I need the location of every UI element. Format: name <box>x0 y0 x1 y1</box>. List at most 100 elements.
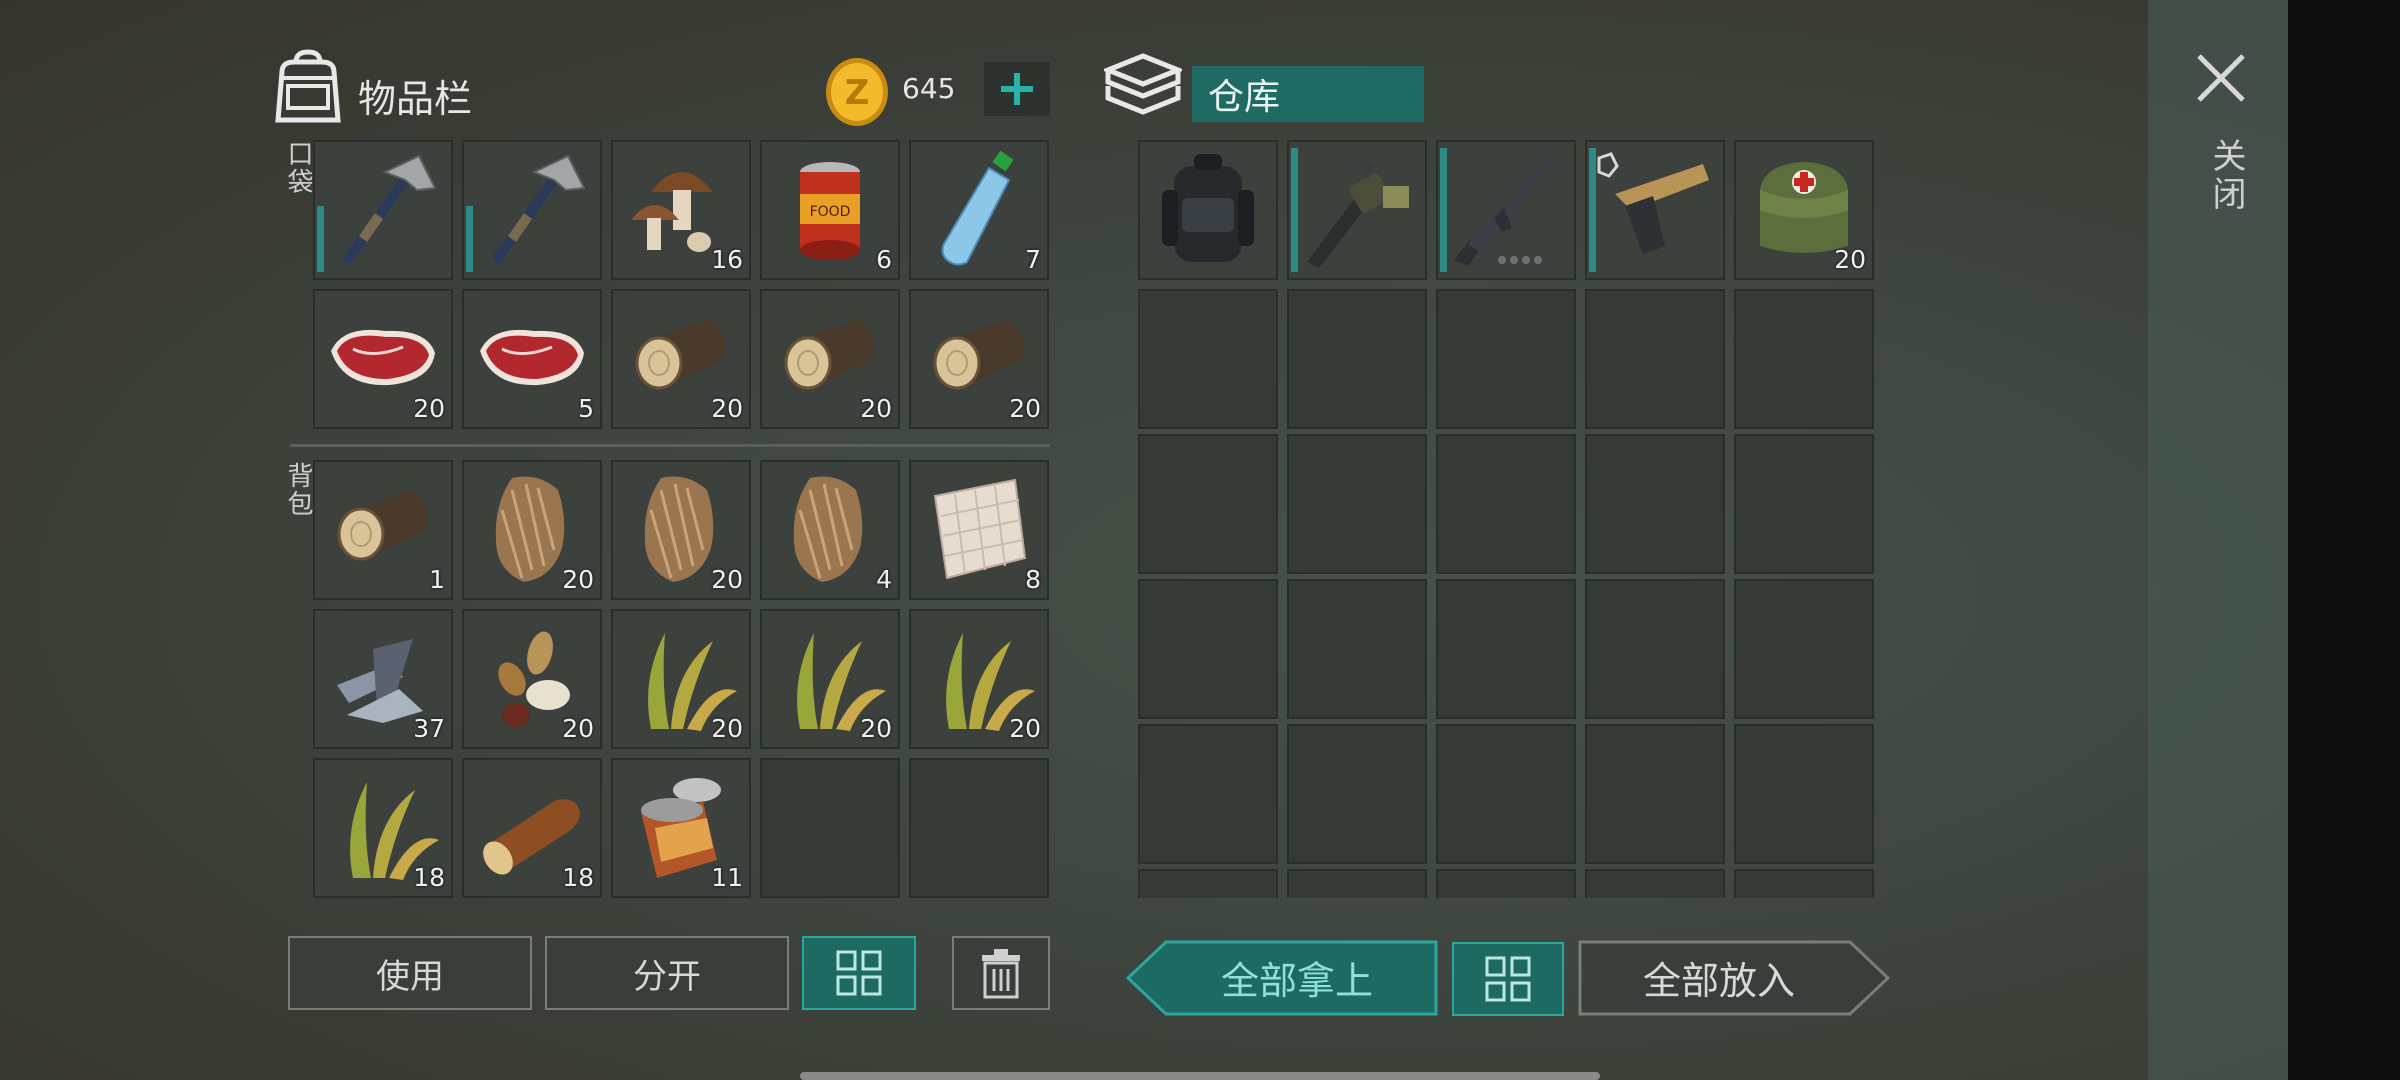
empty-storage-slot[interactable] <box>1436 289 1576 429</box>
close-icon <box>2197 54 2245 102</box>
empty-storage-slot[interactable] <box>1138 869 1278 898</box>
item-quantity: 20 <box>860 714 892 743</box>
empty-storage-slot[interactable] <box>1734 579 1874 719</box>
storage-slot[interactable] <box>1436 140 1576 280</box>
put-all-button[interactable]: 全部放入 <box>1578 940 1890 1016</box>
delete-button[interactable] <box>952 936 1050 1010</box>
empty-storage-slot[interactable] <box>1734 869 1874 898</box>
item-quantity: 20 <box>413 394 445 423</box>
empty-storage-slot[interactable] <box>1287 579 1427 719</box>
empty-storage-slot[interactable] <box>1585 579 1725 719</box>
inventory-slot[interactable]: 20 <box>760 609 900 749</box>
empty-storage-slot[interactable] <box>1734 434 1874 574</box>
empty-storage-slot[interactable] <box>1138 289 1278 429</box>
empty-storage-slot[interactable] <box>1138 434 1278 574</box>
take-all-button[interactable]: 全部拿上 <box>1126 940 1438 1016</box>
empty-storage-slot[interactable] <box>1436 869 1576 898</box>
use-button[interactable]: 使用 <box>288 936 532 1010</box>
sort-inventory-button[interactable] <box>802 936 916 1010</box>
storage-slot[interactable] <box>1585 140 1725 280</box>
inventory-slot[interactable]: FOOD 6 <box>760 140 900 280</box>
inventory-slot[interactable]: 18 <box>313 758 453 898</box>
empty-storage-slot[interactable] <box>1436 434 1576 574</box>
empty-storage-slot[interactable] <box>1585 434 1725 574</box>
inventory-slot[interactable]: 7 <box>909 140 1049 280</box>
storage-slot[interactable] <box>1287 140 1427 280</box>
item-quantity: 20 <box>1009 714 1041 743</box>
empty-storage-slot[interactable] <box>1585 869 1725 898</box>
item-quantity: 5 <box>578 394 594 423</box>
inventory-slot[interactable]: 20 <box>611 289 751 429</box>
item-quantity: 20 <box>562 565 594 594</box>
water-bottle-icon <box>941 150 1014 266</box>
item-quantity: 20 <box>1834 245 1866 274</box>
empty-storage-slot[interactable] <box>1287 869 1427 898</box>
inventory-slot[interactable]: 20 <box>611 460 751 600</box>
add-coins-button[interactable] <box>984 62 1050 116</box>
inventory-slot[interactable]: 20 <box>760 289 900 429</box>
section-divider <box>290 444 1050 447</box>
inventory-slot[interactable]: 20 <box>462 460 602 600</box>
inventory-slot[interactable]: 11 <box>611 758 751 898</box>
inventory-slot[interactable]: 20 <box>462 609 602 749</box>
empty-inventory-slot[interactable] <box>760 758 900 898</box>
inventory-slot[interactable]: 20 <box>611 609 751 749</box>
storage-title-field[interactable]: 仓库 <box>1192 66 1424 122</box>
item-quantity: 18 <box>413 863 445 892</box>
item-quantity: 8 <box>1025 565 1041 594</box>
split-button[interactable]: 分开 <box>545 936 789 1010</box>
item-quantity: 18 <box>562 863 594 892</box>
inventory-slot[interactable]: 1 <box>313 460 453 600</box>
empty-storage-slot[interactable] <box>1287 289 1427 429</box>
take-all-label: 全部拿上 <box>1220 958 1373 1003</box>
inventory-slot[interactable]: 20 <box>909 289 1049 429</box>
item-quantity: 1 <box>429 565 445 594</box>
inventory-slot[interactable]: 20 <box>313 289 453 429</box>
inventory-slot[interactable] <box>313 140 453 280</box>
svg-text:FOOD: FOOD <box>810 204 851 220</box>
raw-meat-icon <box>480 329 584 386</box>
pocket-label: 口袋 <box>283 140 313 196</box>
inventory-slot[interactable]: 5 <box>462 289 602 429</box>
empty-storage-slot[interactable] <box>1138 724 1278 864</box>
empty-storage-slot[interactable] <box>1436 724 1576 864</box>
storage-slot[interactable]: 20 <box>1734 140 1874 280</box>
empty-storage-slot[interactable] <box>1138 579 1278 719</box>
item-quantity: 20 <box>711 565 743 594</box>
inventory-slot[interactable]: 18 <box>462 758 602 898</box>
inventory-slot[interactable]: 4 <box>760 460 900 600</box>
inventory-slot[interactable]: 20 <box>909 609 1049 749</box>
empty-inventory-slot[interactable] <box>909 758 1049 898</box>
trash-icon <box>982 949 1020 999</box>
storage-box-icon <box>1104 53 1182 115</box>
home-indicator[interactable] <box>800 1072 1600 1080</box>
empty-storage-slot[interactable] <box>1436 579 1576 719</box>
empty-storage-slot[interactable] <box>1287 724 1427 864</box>
close-button[interactable]: 关闭 <box>2186 46 2256 236</box>
cloth-icon <box>933 478 1027 580</box>
hatchet-icon <box>493 154 586 263</box>
grenade-launcher-icon <box>1307 160 1409 268</box>
empty-storage-slot[interactable] <box>1585 724 1725 864</box>
empty-storage-slot[interactable] <box>1734 289 1874 429</box>
empty-storage-slot[interactable] <box>1734 724 1874 864</box>
item-quantity: 20 <box>711 394 743 423</box>
storage-slot[interactable] <box>1138 140 1278 280</box>
empty-storage-slot[interactable] <box>1287 434 1427 574</box>
coin-icon: Z <box>826 58 888 126</box>
inventory-header: 物品栏 Z 645 <box>272 48 1052 128</box>
item-quantity: 6 <box>876 245 892 274</box>
item-quantity: 20 <box>1009 394 1041 423</box>
put-all-label: 全部放入 <box>1642 958 1795 1003</box>
item-quantity: 11 <box>711 863 743 892</box>
inventory-title: 物品栏 <box>358 77 473 121</box>
close-label: 关闭 <box>2206 138 2246 214</box>
backpack-item-icon <box>1162 154 1254 262</box>
inventory-slot[interactable] <box>462 140 602 280</box>
backpack-icon <box>275 49 341 123</box>
empty-storage-slot[interactable] <box>1585 289 1725 429</box>
inventory-slot[interactable]: 8 <box>909 460 1049 600</box>
inventory-slot[interactable]: 37 <box>313 609 453 749</box>
inventory-slot[interactable]: 16 <box>611 140 751 280</box>
sort-storage-button[interactable] <box>1452 942 1564 1016</box>
